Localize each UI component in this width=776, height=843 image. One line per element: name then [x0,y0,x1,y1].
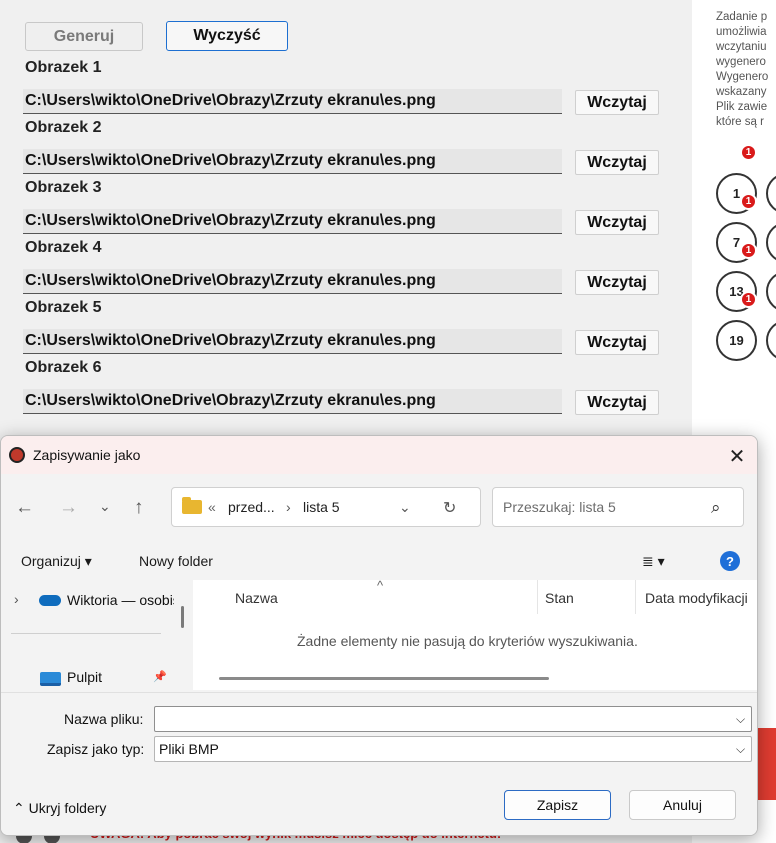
view-options-icon[interactable]: ≣ ▾ [642,553,665,570]
notification-badge: 1 [740,144,757,161]
info-line: Plik zawie [716,101,768,113]
column-separator[interactable] [537,580,538,614]
image-1-path-field[interactable]: C:\Users\wikto\OneDrive\Obrazy\Zrzuty ek… [23,89,562,114]
close-icon[interactable]: ✕ [723,443,751,469]
nav-scrollbar[interactable] [181,606,184,628]
address-bar[interactable]: « przed... › lista 5 ⌄ ↻ [171,487,481,527]
help-icon[interactable]: ? [720,551,740,571]
filename-label: Nazwa pliku: [64,711,144,727]
folder-icon [182,497,202,514]
red-decoration-icon [757,728,776,800]
generate-button[interactable]: Generuj [25,22,143,51]
save-form: Nazwa pliku: ⌵ Zapisz jako typ: Pliki BM… [1,692,757,770]
image-2-label: Obrazek 2 [25,119,102,136]
number-circle[interactable] [766,271,776,312]
notification-badge: 1 [740,193,757,210]
number-circle[interactable] [766,173,776,214]
address-dropdown-chevron-icon[interactable]: ⌄ [399,499,411,516]
cancel-button[interactable]: Anuluj [629,790,736,820]
image-4-label: Obrazek 4 [25,239,102,256]
notification-badge: 1 [740,242,757,259]
filetype-select[interactable]: Pliki BMP [154,736,752,762]
info-line: które są r [716,116,764,128]
navigation-pane: › Wiktoria — osobiste Pulpit 📌 [1,580,174,690]
info-description: Zadanie p umożliwia wczytaniu wygenero W… [716,10,776,130]
breadcrumb-overflow[interactable]: « [208,499,216,515]
column-header-name[interactable]: Nazwa [235,590,278,606]
info-line: wygenero [716,56,766,68]
image-2-load-button[interactable]: Wczytaj [575,150,659,175]
info-line: wskazany [716,86,767,98]
filetype-label: Zapisz jako typ: [47,741,145,757]
dialog-title: Zapisywanie jako [33,447,141,463]
file-list: Nazwa ^ Stan Data modyfikacji Żadne elem… [193,580,757,690]
image-6-path-field[interactable]: C:\Users\wikto\OneDrive\Obrazy\Zrzuty ek… [23,389,562,414]
info-line: Zadanie p [716,11,768,23]
image-4-path-field[interactable]: C:\Users\wikto\OneDrive\Obrazy\Zrzuty ek… [23,269,562,294]
filename-input[interactable] [154,706,752,732]
new-folder-button[interactable]: Nowy folder [139,553,213,569]
nav-item-onedrive[interactable]: Wiktoria — osobiste [67,592,174,608]
back-arrow-icon[interactable]: ← [15,497,34,519]
image-3-label: Obrazek 3 [25,179,102,196]
empty-list-message: Żadne elementy nie pasują do kryteriów w… [297,633,638,649]
pin-icon: 📌 [153,671,167,683]
nav-divider [11,633,161,634]
image-5-load-button[interactable]: Wczytaj [575,330,659,355]
refresh-icon[interactable]: ↻ [443,498,456,518]
image-3-path-field[interactable]: C:\Users\wikto\OneDrive\Obrazy\Zrzuty ek… [23,209,562,234]
notification-badge: 1 [740,291,757,308]
search-icon[interactable]: ⌕ [711,498,721,518]
number-circle[interactable] [766,222,776,263]
search-box[interactable]: Przeszukaj: lista 5 ⌕ [492,487,744,527]
breadcrumb-parent[interactable]: przed... [228,499,275,515]
horizontal-scrollbar[interactable] [219,677,549,680]
up-arrow-icon[interactable]: ↑ [134,497,144,519]
save-button[interactable]: Zapisz [504,790,611,820]
desktop-icon [40,672,61,686]
image-4-load-button[interactable]: Wczytaj [575,270,659,295]
image-6-load-button[interactable]: Wczytaj [575,390,659,415]
app-icon [9,447,25,463]
image-5-label: Obrazek 5 [25,299,102,316]
image-2-path-field[interactable]: C:\Users\wikto\OneDrive\Obrazy\Zrzuty ek… [23,149,562,174]
image-5-path-field[interactable]: C:\Users\wikto\OneDrive\Obrazy\Zrzuty ek… [23,329,562,354]
nav-item-desktop[interactable]: Pulpit [67,669,102,685]
search-input[interactable]: Przeszukaj: lista 5 [503,499,616,515]
image-1-load-button[interactable]: Wczytaj [575,90,659,115]
dialog-title-bar: Zapisywanie jako ✕ [1,436,757,474]
forward-arrow-icon[interactable]: → [59,497,78,519]
breadcrumb-separator: › [286,499,291,515]
onedrive-icon [39,595,61,606]
number-circle[interactable] [766,320,776,361]
breadcrumb-current[interactable]: lista 5 [303,499,340,515]
dialog-toolbar: Organizuj ▾ Nowy folder ≣ ▾ ? [1,542,757,578]
expand-chevron-icon[interactable]: › [14,591,19,607]
image-3-load-button[interactable]: Wczytaj [575,210,659,235]
info-line: Wygenero [716,71,769,83]
hide-folders-toggle[interactable]: ⌃ Ukryj foldery [13,800,106,817]
image-1-label: Obrazek 1 [25,59,102,76]
clear-button[interactable]: Wyczyść [166,21,288,51]
info-line: umożliwia [716,26,767,38]
sort-ascending-icon: ^ [377,580,384,593]
save-as-dialog: Zapisywanie jako ✕ ← → ⌄ ↑ « przed... › … [0,435,758,836]
column-header-date-modified[interactable]: Data modyfikacji [645,590,748,606]
dialog-footer: ⌃ Ukryj foldery Zapisz Anuluj [1,770,757,835]
number-circle-19[interactable]: 19 [716,320,757,361]
filetype-dropdown-chevron-icon[interactable]: ⌵ [736,742,745,757]
image-6-label: Obrazek 6 [25,359,102,376]
column-separator[interactable] [635,580,636,614]
filename-dropdown-chevron-icon[interactable]: ⌵ [736,712,745,727]
info-line: wczytaniu [716,41,767,53]
column-header-status[interactable]: Stan [545,590,574,606]
organize-menu[interactable]: Organizuj ▾ [21,553,92,570]
recent-locations-chevron-icon[interactable]: ⌄ [99,498,111,515]
